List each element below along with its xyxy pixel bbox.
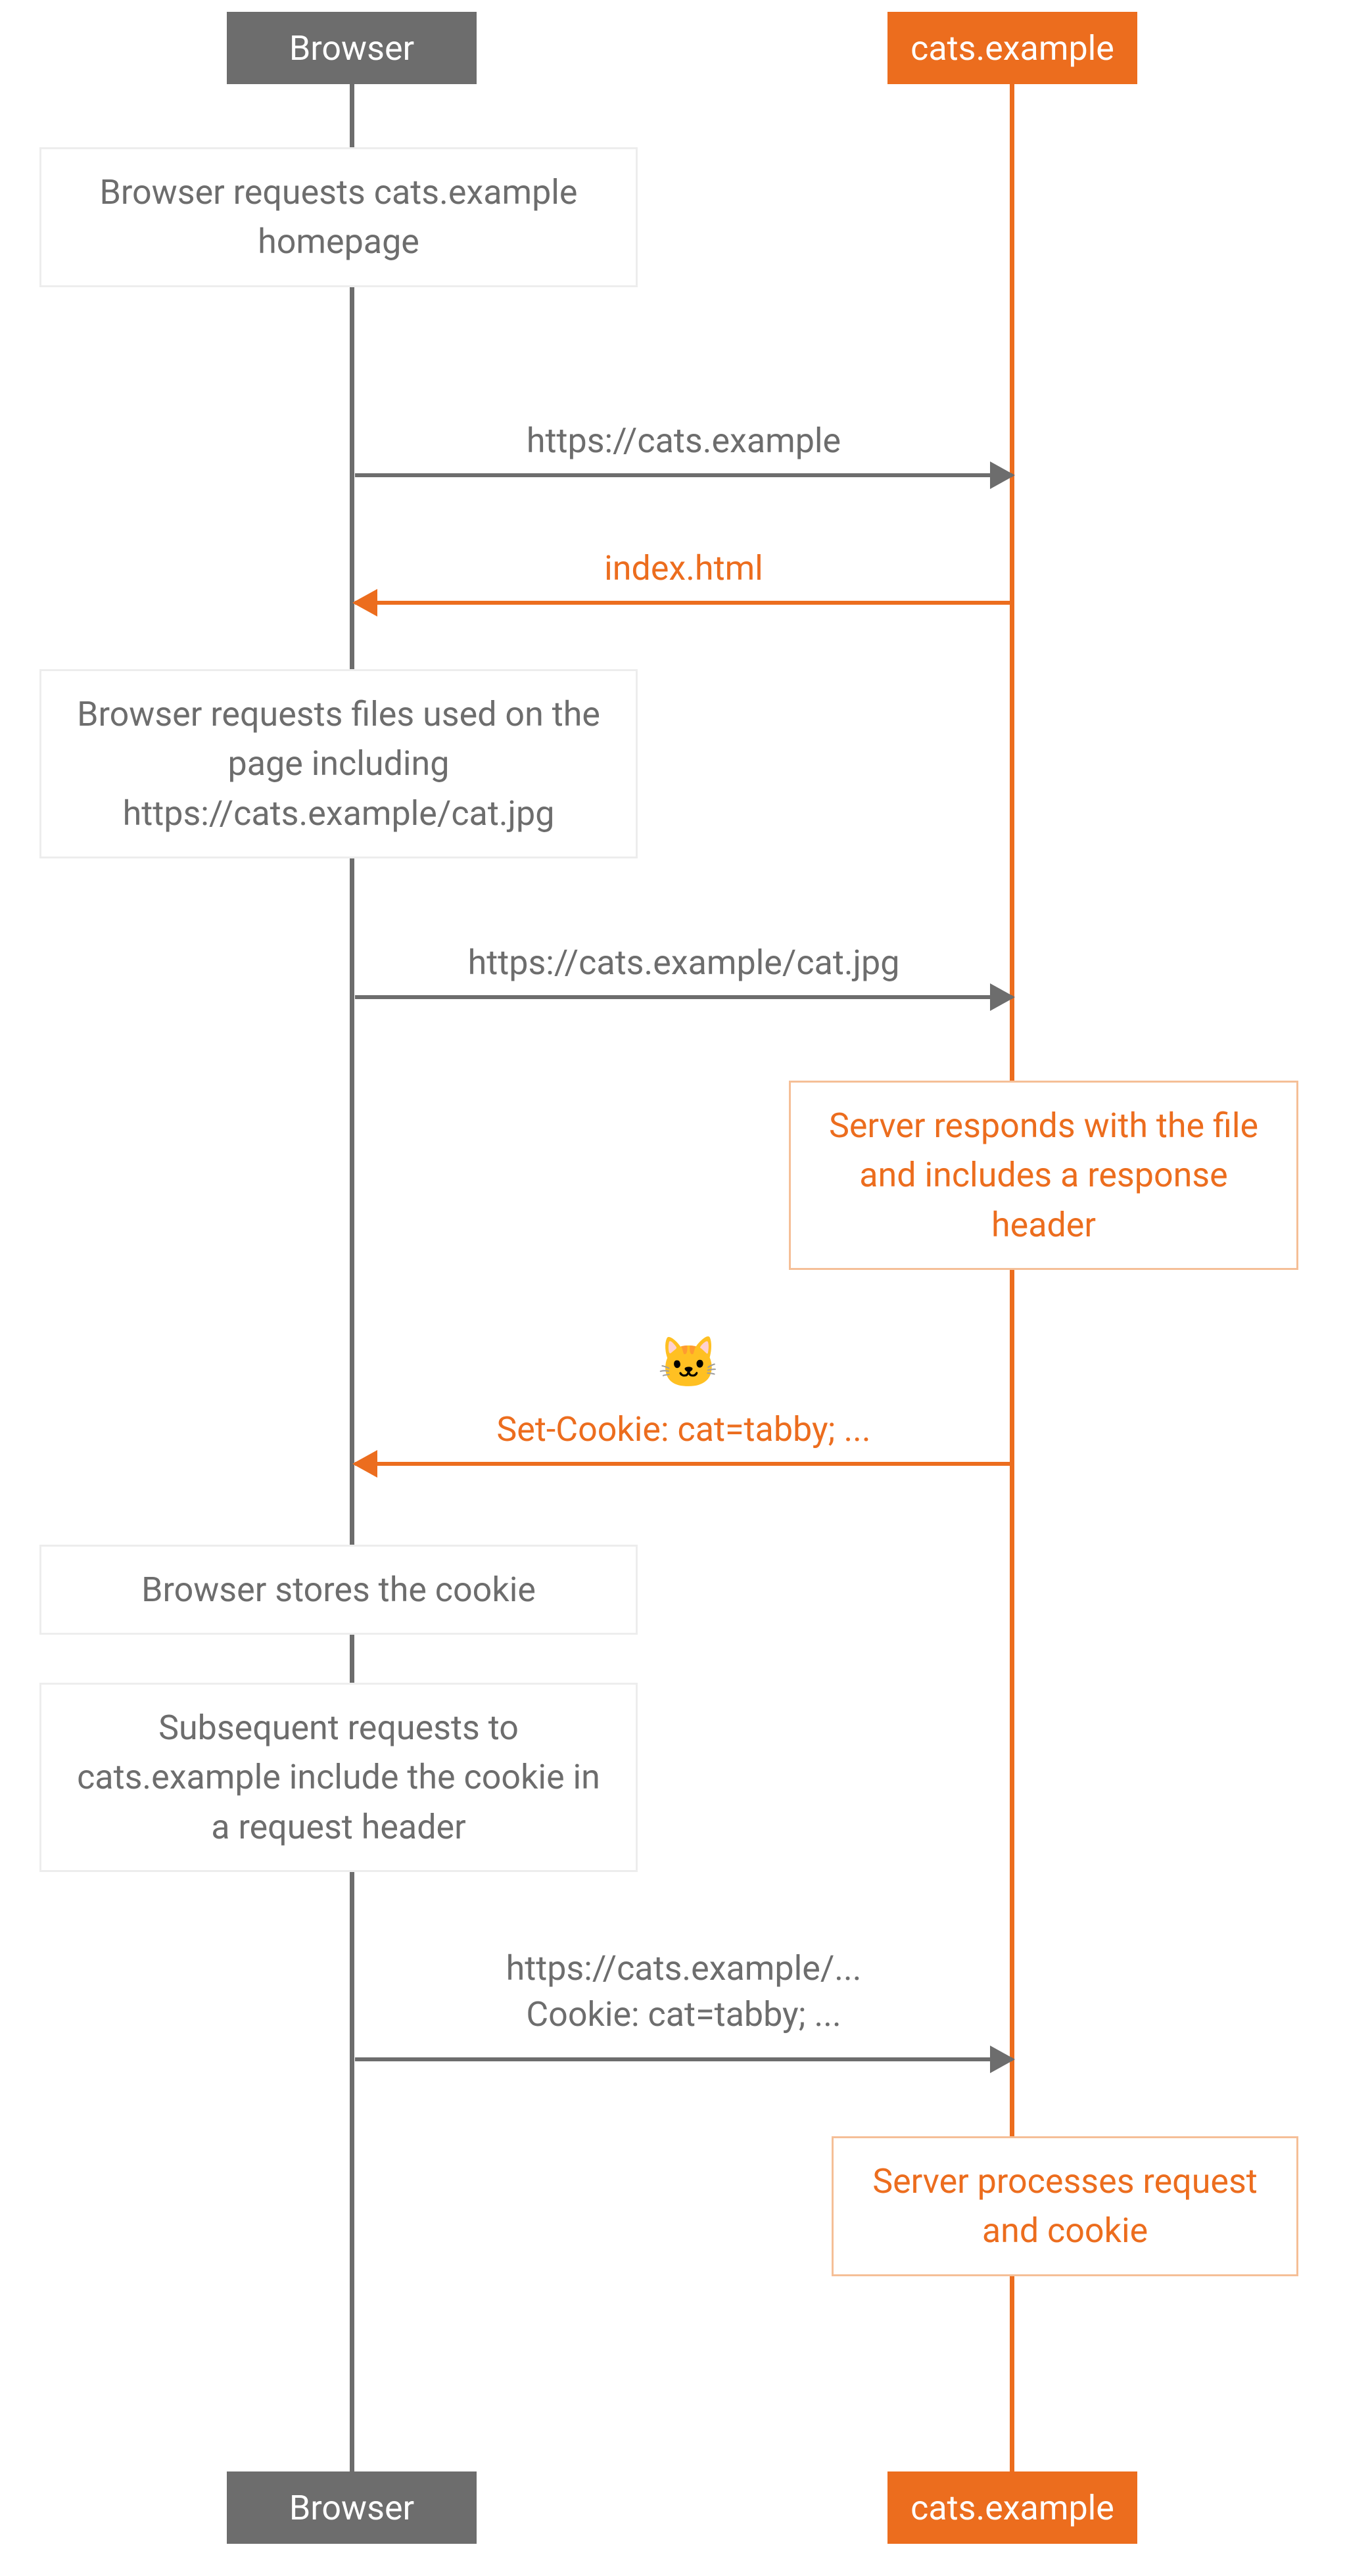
note-subsequent-requests: Subsequent requests to cats.example incl… [39, 1683, 638, 1872]
cat-icon: 🐱 [657, 1333, 720, 1392]
message-set-cookie: Set-Cookie: cat=tabby; ... [355, 1407, 1012, 1453]
note-browser-requests-homepage: Browser requests cats.example homepage [39, 147, 638, 287]
message-request-catjpg: https://cats.example/cat.jpg [355, 940, 1012, 986]
note-server-responds-header: Server responds with the file and includ… [789, 1081, 1298, 1270]
note-browser-requests-files: Browser requests files used on the page … [39, 669, 638, 858]
message-request-homepage: https://cats.example [355, 418, 1012, 464]
message-request-url: https://cats.example/... [506, 1948, 862, 1988]
arrow-set-cookie [355, 1462, 1012, 1466]
message-response-index: index.html [355, 546, 1012, 592]
participant-server-top: cats.example [887, 12, 1137, 84]
lifeline-browser [350, 84, 354, 2471]
message-request-with-cookie: https://cats.example/... Cookie: cat=tab… [355, 1946, 1012, 2038]
arrow-request-homepage [355, 473, 1012, 477]
participant-browser-bottom: Browser [227, 2471, 477, 2544]
arrow-response-index [355, 601, 1012, 605]
arrow-request-with-cookie [355, 2057, 1012, 2061]
participant-browser-top: Browser [227, 12, 477, 84]
note-server-processes: Server processes request and cookie [832, 2136, 1298, 2276]
message-request-cookie-header: Cookie: cat=tabby; ... [526, 1994, 841, 2034]
note-browser-stores-cookie: Browser stores the cookie [39, 1545, 638, 1635]
participant-server-bottom: cats.example [887, 2471, 1137, 2544]
arrow-request-catjpg [355, 995, 1012, 999]
